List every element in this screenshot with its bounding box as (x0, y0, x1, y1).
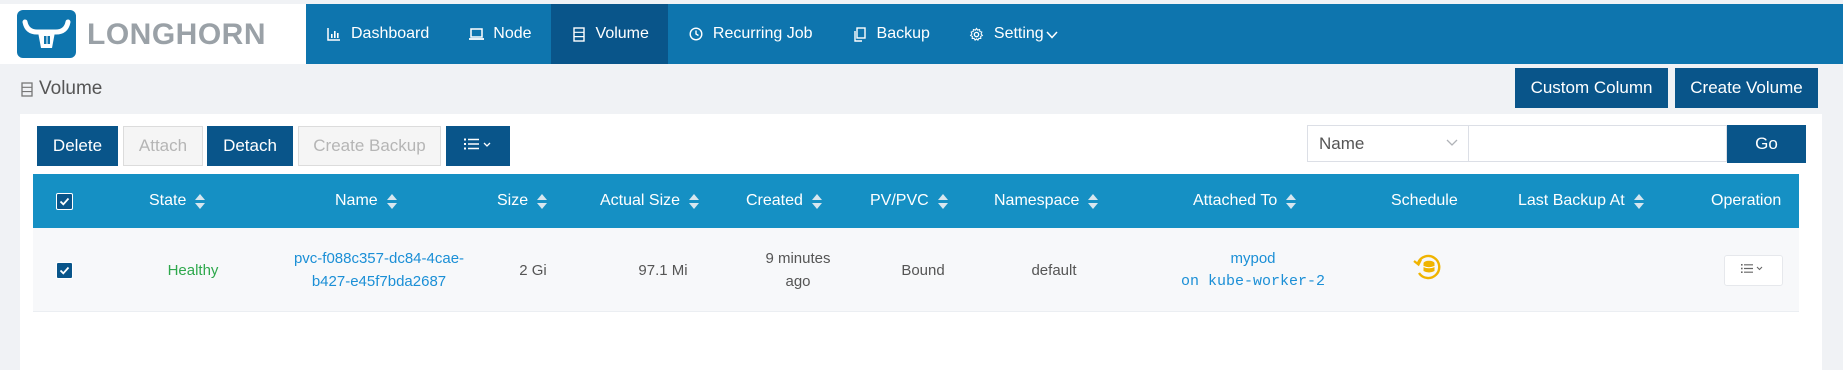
created-line: 9 minutes (765, 250, 831, 267)
bar-chart-icon (325, 25, 343, 43)
delete-button[interactable]: Delete (37, 126, 118, 166)
attached-pod-link[interactable]: mypod (1230, 247, 1275, 270)
database-icon (21, 81, 35, 97)
column-header-pv-pvc[interactable]: PV/PVC (870, 174, 948, 228)
nav-setting[interactable]: Setting (949, 4, 1077, 64)
volume-attached-to[interactable]: mypod on kube-worker-2 (1163, 228, 1343, 312)
list-icon (1740, 259, 1766, 282)
column-header-label: Attached To (1193, 192, 1278, 209)
nav-recurring-job-label: Recurring Job (712, 25, 813, 42)
create-volume-button[interactable]: Create Volume (1675, 68, 1818, 108)
sort-icon (386, 193, 397, 209)
nav-volume-label: Volume (595, 25, 649, 42)
nav-dashboard[interactable]: Dashboard (306, 4, 448, 64)
volume-pv-pvc: Bound (901, 261, 945, 279)
nav-node-label: Node (493, 25, 532, 42)
sort-icon (537, 193, 548, 209)
column-header-label: Created (746, 192, 803, 209)
column-header-label: State (149, 192, 187, 209)
column-header-attached-to[interactable]: Attached To (1193, 174, 1297, 228)
nav-backup[interactable]: Backup (832, 4, 949, 64)
main-nav: Dashboard Node Volume Recurring Job Back… (306, 4, 1077, 64)
column-header-label: Operation (1711, 192, 1782, 209)
nav-dashboard-label: Dashboard (351, 25, 430, 42)
detach-button[interactable]: Detach (207, 126, 293, 166)
table-header: State Name Size Actual Size Created PV/P… (33, 174, 1799, 228)
column-header-size[interactable]: Size (497, 174, 548, 228)
go-button[interactable]: Go (1727, 125, 1806, 163)
attached-node-link[interactable]: on kube-worker-2 (1181, 270, 1325, 293)
column-header-label: Actual Size (600, 192, 681, 209)
longhorn-logo-icon (17, 10, 76, 58)
column-header-label: Namespace (994, 192, 1080, 209)
column-header-label: PV/PVC (870, 192, 929, 209)
sort-icon (689, 193, 700, 209)
top-nav-bar: LONGHORN Dashboard Node Volume Recurring… (0, 4, 1843, 64)
schedule-cell[interactable] (1393, 228, 1463, 312)
laptop-icon (467, 25, 485, 43)
volume-name-link[interactable]: pvc-f088c357-dc84-4cae- b427-e45f7bda268… (269, 228, 489, 312)
column-header-state[interactable]: State (149, 174, 206, 228)
volume-name-line: pvc-f088c357-dc84-4cae- (293, 250, 465, 267)
volume-actual-size: 97.1 Mi (638, 261, 688, 279)
created-line: ago (785, 273, 811, 290)
column-header-label: Last Backup At (1518, 192, 1625, 209)
select-all-checkbox[interactable] (56, 174, 73, 228)
volume-name-line: b427-e45f7bda2687 (311, 273, 447, 290)
column-header-label: Schedule (1391, 192, 1458, 209)
column-header-operation: Operation (1711, 174, 1781, 228)
sort-icon (811, 193, 822, 209)
column-header-created[interactable]: Created (746, 174, 822, 228)
search-input[interactable] (1469, 125, 1727, 162)
sort-icon (1286, 193, 1297, 209)
chevron-down-icon (1046, 27, 1058, 42)
volume-created: 9 minutes ago (743, 228, 853, 312)
page-title-text: Volume (39, 78, 103, 99)
column-header-actual-size[interactable]: Actual Size (600, 174, 700, 228)
column-header-schedule: Schedule (1391, 174, 1458, 228)
bulk-actions-dropdown[interactable] (446, 126, 510, 166)
chevron-down-icon (1446, 135, 1458, 150)
nav-volume[interactable]: Volume (550, 4, 668, 64)
sort-icon (1633, 193, 1644, 209)
create-backup-button[interactable]: Create Backup (298, 126, 441, 166)
database-icon (570, 25, 588, 43)
page-title: Volume (21, 78, 102, 100)
volume-namespace: default (1031, 261, 1077, 279)
volume-state: Healthy (167, 261, 219, 279)
brand-logo[interactable]: LONGHORN (0, 4, 306, 64)
nav-setting-label: Setting (993, 25, 1044, 42)
nav-recurring-job[interactable]: Recurring Job (668, 4, 832, 64)
custom-column-button[interactable]: Custom Column (1515, 68, 1668, 108)
column-header-name[interactable]: Name (335, 174, 397, 228)
row-select-checkbox[interactable] (56, 228, 73, 312)
nav-node[interactable]: Node (448, 4, 550, 64)
search-field-select[interactable]: Name (1307, 125, 1469, 162)
table-row: Healthy pvc-f088c357-dc84-4cae- b427-e45… (33, 228, 1799, 312)
list-icon (463, 136, 493, 156)
volume-size: 2 Gi (519, 261, 547, 279)
column-header-label: Size (497, 192, 529, 209)
sort-icon (195, 193, 206, 209)
volume-last-backup-at (1503, 228, 1673, 312)
clock-icon (687, 25, 705, 43)
column-header-namespace[interactable]: Namespace (994, 174, 1099, 228)
search-field-value: Name (1319, 133, 1365, 153)
column-header-last-backup-at[interactable]: Last Backup At (1518, 174, 1644, 228)
nav-backup-label: Backup (876, 25, 930, 42)
brand-name: LONGHORN (87, 18, 266, 51)
column-header-label: Name (335, 192, 378, 209)
gear-icon (968, 25, 986, 43)
attach-button[interactable]: Attach (123, 126, 203, 166)
recurring-schedule-icon (1412, 251, 1444, 290)
sort-icon (1088, 193, 1099, 209)
sort-icon (937, 193, 948, 209)
row-operation-cell (1713, 228, 1793, 312)
checkbox-checked (56, 192, 73, 210)
copy-icon (851, 25, 869, 43)
checkbox-checked (56, 261, 73, 279)
row-operation-dropdown[interactable] (1723, 254, 1783, 286)
